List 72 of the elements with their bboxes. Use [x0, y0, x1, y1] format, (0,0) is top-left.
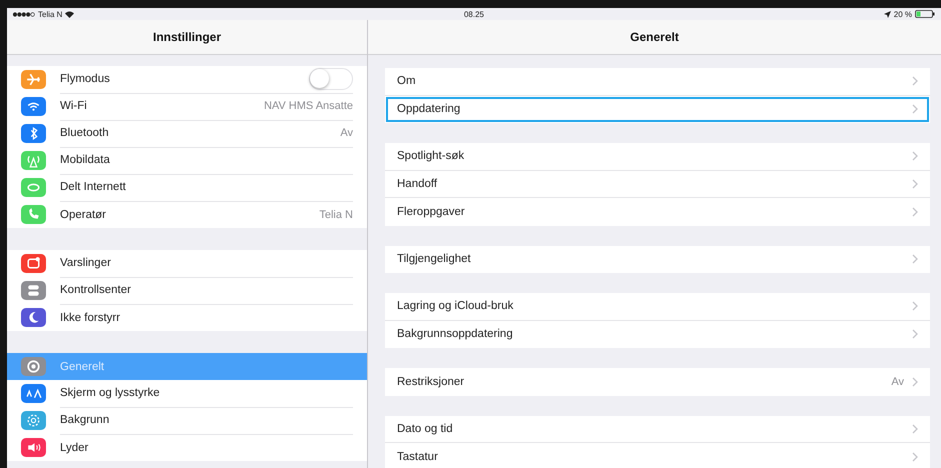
row-label: Handoff	[397, 178, 438, 190]
row-label: Tilgjengelighet	[397, 253, 472, 266]
row-label: Bakgrunnsoppdatering	[397, 328, 514, 340]
chevron-icon	[912, 452, 918, 462]
sidebar-item[interactable]: Kontrollsenter	[7, 277, 367, 304]
battery-percent: 20 %	[894, 10, 912, 18]
item-label: Delt Internett	[60, 181, 126, 193]
item-label: Wi-Fi	[60, 100, 87, 112]
row-label: Oppdatering	[397, 103, 462, 116]
chevron-icon	[912, 104, 918, 114]
chevron-icon	[912, 151, 918, 162]
settings-row[interactable]: Tastatur	[385, 443, 930, 468]
settings-row[interactable]: Oppdatering	[385, 96, 930, 123]
settings-row[interactable]: Restriksjoner Av	[385, 368, 930, 396]
settings-row[interactable]: Dato og tid	[385, 416, 930, 443]
carrier-name: Telia N	[38, 10, 62, 18]
item-label: Skjerm og lysstyrke	[60, 387, 160, 399]
settings-row[interactable]: Tilgjengelighet	[385, 246, 930, 273]
sidebar-item[interactable]: Lyder	[7, 434, 367, 461]
detail-title: Generelt	[630, 30, 679, 44]
sidebar-item[interactable]: Flymodus	[7, 66, 367, 93]
chevron-icon	[912, 206, 918, 217]
sidebar-item[interactable]: Varslinger	[7, 250, 367, 277]
settings-row[interactable]: Handoff	[385, 170, 930, 198]
chevron-icon	[912, 178, 918, 189]
item-label: Bakgrunn	[60, 414, 110, 426]
chevron-icon	[912, 301, 918, 312]
settings-row[interactable]: Lagring og iCloud-bruk	[385, 293, 930, 320]
sidebar-item[interactable]: Delt Internett	[7, 174, 367, 201]
item-label: Mobildata	[60, 154, 110, 166]
chevron-icon	[912, 376, 918, 387]
toggle-switch[interactable]	[309, 68, 353, 90]
item-label: Varslinger	[60, 257, 111, 269]
item-value: Av	[340, 127, 353, 139]
settings-row[interactable]: Om	[385, 68, 930, 96]
sidebar-item[interactable]: Operatør Telia N	[7, 201, 367, 228]
item-value: NAV HMS Ansatte	[264, 100, 353, 112]
settings-row[interactable]: Fleroppgaver	[385, 198, 930, 226]
sidebar-item[interactable]: Skjerm og lysstyrke	[7, 380, 367, 407]
chevron-icon	[912, 424, 918, 434]
item-label: Operatør	[60, 208, 106, 220]
location-icon	[884, 10, 891, 18]
row-label: Dato og tid	[397, 422, 454, 435]
item-value: Telia N	[319, 208, 353, 220]
item-label: Generelt	[60, 360, 104, 372]
row-label: Lagring og iCloud-bruk	[397, 300, 514, 312]
item-label: Lyder	[60, 442, 88, 454]
row-label: Restriksjoner	[397, 376, 466, 388]
battery-icon	[915, 10, 935, 18]
sidebar-item[interactable]: Wi-Fi NAV HMS Ansatte	[7, 93, 367, 120]
chevron-icon	[912, 76, 918, 86]
chevron-icon	[912, 254, 918, 264]
sidebar-title: Innstillinger	[152, 30, 221, 44]
sidebar-item[interactable]: Bluetooth Av	[7, 120, 367, 147]
sidebar-item[interactable]: Bakgrunn	[7, 407, 367, 434]
clock-time: 08.25	[464, 10, 484, 18]
sidebar-item[interactable]: Ikke forstyrr	[7, 304, 367, 331]
settings-row[interactable]: Spotlight-søk	[385, 143, 930, 170]
chevron-icon	[912, 329, 918, 340]
item-label: Ikke forstyrr	[60, 312, 120, 324]
row-label: Tastatur	[397, 450, 439, 463]
signal-icon	[13, 12, 35, 16]
settings-row[interactable]: Bakgrunnsoppdatering	[385, 320, 930, 348]
sidebar-item[interactable]: Mobildata	[7, 147, 367, 174]
row-label: Spotlight-søk	[397, 150, 466, 162]
row-value: Av	[891, 376, 904, 388]
row-label: Fleroppgaver	[397, 206, 466, 218]
item-label: Bluetooth	[60, 127, 109, 139]
wifi-icon	[65, 10, 74, 18]
row-label: Om	[397, 75, 417, 88]
item-label: Kontrollsenter	[60, 284, 131, 296]
item-label: Flymodus	[60, 73, 110, 85]
